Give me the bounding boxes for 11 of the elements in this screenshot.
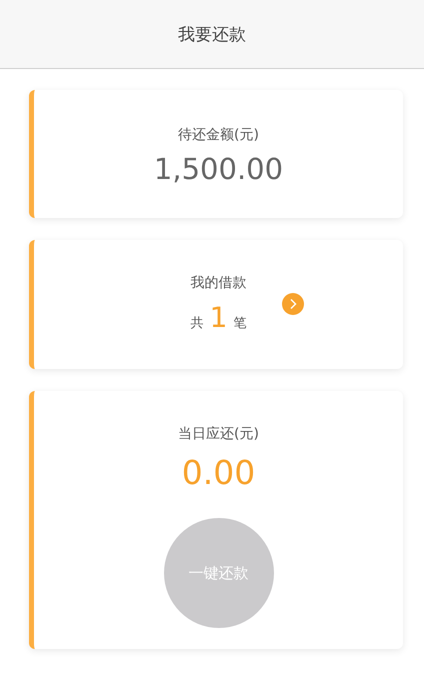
loans-card[interactable]: 我的借款 共 1 笔 bbox=[29, 240, 403, 369]
card-label: 待还金额(元) bbox=[178, 126, 259, 144]
loan-count: 1 bbox=[210, 304, 228, 332]
count-suffix: 笔 bbox=[233, 315, 246, 332]
count-prefix: 共 bbox=[190, 315, 204, 332]
page-title: 我要还款 bbox=[178, 24, 246, 46]
amount-value: 0.00 bbox=[182, 453, 256, 492]
amount-value: 1,500.00 bbox=[154, 152, 284, 186]
chevron-right-icon[interactable] bbox=[282, 293, 304, 315]
card-label: 当日应还(元) bbox=[178, 425, 259, 443]
card-label: 我的借款 bbox=[190, 274, 246, 292]
